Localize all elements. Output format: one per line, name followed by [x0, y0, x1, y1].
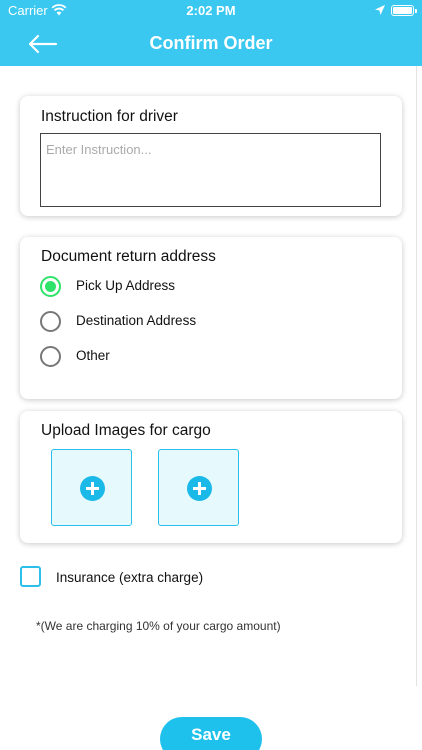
status-bar: Carrier 2:02 PM — [0, 0, 422, 22]
scroll-indicator — [416, 66, 417, 686]
radio-label: Destination Address — [76, 313, 197, 328]
instruction-title: Instruction for driver — [41, 108, 178, 125]
insurance-note: *(We are charging 10% of your cargo amou… — [36, 619, 281, 633]
document-return-card: Document return address Pick Up Address … — [20, 237, 402, 399]
location-arrow-icon — [375, 5, 385, 15]
upload-image-slot-2[interactable] — [158, 449, 239, 526]
upload-images-card: Upload Images for cargo — [20, 411, 402, 543]
radio-option-other[interactable]: Other — [40, 345, 340, 369]
instruction-card: Instruction for driver — [20, 96, 402, 216]
radio-button[interactable] — [40, 311, 61, 332]
document-return-title: Document return address — [41, 248, 216, 265]
battery-icon — [391, 5, 417, 16]
radio-button-selected[interactable] — [40, 276, 61, 297]
radio-button[interactable] — [40, 346, 61, 367]
insurance-label: Insurance (extra charge) — [56, 570, 204, 585]
battery-fill — [393, 7, 412, 14]
save-button[interactable]: Save — [160, 717, 262, 750]
upload-image-slot-1[interactable] — [51, 449, 132, 526]
page-title: Confirm Order — [149, 33, 273, 53]
nav-bar: Confirm Order — [0, 22, 422, 66]
insurance-checkbox[interactable] — [20, 566, 41, 587]
instruction-input[interactable] — [40, 133, 381, 207]
plus-circle-icon — [80, 476, 105, 501]
radio-dot — [45, 281, 56, 292]
insurance-option[interactable]: Insurance (extra charge) — [20, 566, 320, 590]
radio-option-destination[interactable]: Destination Address — [40, 310, 340, 334]
upload-title: Upload Images for cargo — [41, 422, 211, 439]
radio-label: Pick Up Address — [76, 278, 176, 293]
plus-circle-icon — [187, 476, 212, 501]
status-time: 2:02 PM — [186, 3, 236, 18]
radio-option-pick-up[interactable]: Pick Up Address — [40, 275, 340, 299]
radio-label: Other — [76, 348, 110, 363]
